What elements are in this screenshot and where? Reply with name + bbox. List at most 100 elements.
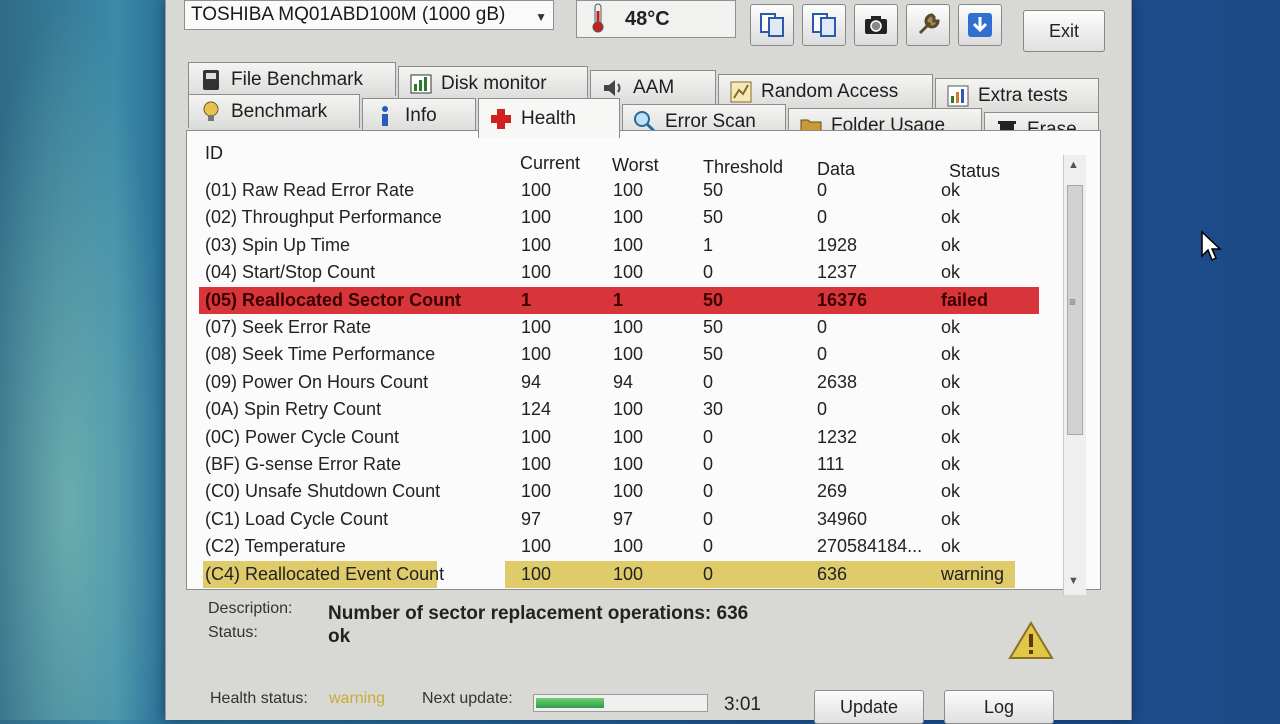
cell-id: (C0) Unsafe Shutdown Count <box>205 481 441 502</box>
cell-data: 270584184... <box>817 536 923 557</box>
cell-data: 0 <box>817 180 828 200</box>
cell-id: (08) Seek Time Performance <box>205 344 436 365</box>
cell-status: ok <box>941 262 961 283</box>
speaker-icon <box>604 79 621 96</box>
table-row[interactable]: (C2) Temperature 100 100 0 270584184... ok <box>199 533 1039 560</box>
column-header-worst[interactable]: Worst <box>612 155 659 176</box>
cell-threshold: 0 <box>703 563 714 584</box>
cell-current: 100 <box>521 207 552 228</box>
download-arrow-icon <box>968 13 992 37</box>
cell-current: 97 <box>521 508 542 529</box>
table-row[interactable]: (0A) Spin Retry Count 124 100 30 0 ok <box>199 396 1039 423</box>
drive-select-value: TOSHIBA MQ01ABD100M (1000 gB) <box>191 4 506 25</box>
cell-data: 1237 <box>817 262 858 283</box>
cell-worst: 100 <box>613 234 644 255</box>
cell-status: ok <box>941 344 961 365</box>
cell-worst: 100 <box>613 207 644 228</box>
options-button[interactable] <box>906 4 950 46</box>
cell-data: 1928 <box>817 234 858 255</box>
temperature-display: 48°C <box>576 0 736 38</box>
tab-file-benchmark[interactable]: File Benchmark <box>188 62 396 96</box>
cell-threshold: 30 <box>703 399 724 420</box>
cell-current: 100 <box>521 563 552 584</box>
drive-select[interactable]: TOSHIBA MQ01ABD100M (1000 gB) ▼ <box>184 0 554 30</box>
status-value: ok <box>328 626 351 647</box>
scroll-down-arrow-icon[interactable]: ▼ <box>1068 575 1079 587</box>
description-label: Description: <box>208 600 293 617</box>
chevron-down-icon[interactable]: ▼ <box>535 5 547 29</box>
table-row[interactable]: (04) Start/Stop Count 100 100 0 1237 ok <box>199 259 1039 286</box>
cell-id: (04) Start/Stop Count <box>205 262 376 283</box>
tab-extra-tests[interactable]: Extra tests <box>935 78 1099 112</box>
cell-threshold: 0 <box>703 426 714 447</box>
mouse-cursor-icon <box>1201 230 1222 262</box>
cell-current: 100 <box>521 426 552 447</box>
log-button[interactable]: Log <box>944 690 1054 724</box>
column-header-id[interactable]: ID <box>205 143 223 164</box>
cell-current: 100 <box>521 262 552 283</box>
table-row[interactable]: (0C) Power Cycle Count 100 100 0 1232 ok <box>199 424 1039 451</box>
table-row[interactable]: (BF) G-sense Error Rate 100 100 0 111 ok <box>199 451 1039 478</box>
table-row[interactable]: (03) Spin Up Time 100 100 1 1928 ok <box>199 232 1039 259</box>
table-scrollbar[interactable]: ▲ ≡ ▼ <box>1063 155 1086 595</box>
progress-fill <box>536 698 604 708</box>
cell-id: (0A) Spin Retry Count <box>205 399 382 420</box>
cell-id: (0C) Power Cycle Count <box>205 426 400 447</box>
cell-status: ok <box>941 481 961 502</box>
cell-threshold: 50 <box>703 207 724 228</box>
tab-info[interactable]: Info <box>362 98 476 132</box>
cell-id: (01) Raw Read Error Rate <box>205 180 415 200</box>
scroll-up-arrow-icon[interactable]: ▲ <box>1068 159 1079 171</box>
table-row[interactable]: (01) Raw Read Error Rate 100 100 50 0 ok <box>199 177 1039 204</box>
update-button[interactable]: Update <box>814 690 924 724</box>
column-header-threshold[interactable]: Threshold <box>703 157 783 178</box>
cell-id: (07) Seek Error Rate <box>205 317 372 337</box>
screenshot-button[interactable] <box>854 4 898 46</box>
cell-status: ok <box>941 371 961 392</box>
cell-data: 0 <box>817 399 828 420</box>
cell-worst: 100 <box>613 454 644 474</box>
table-row[interactable]: (C0) Unsafe Shutdown Count 100 100 0 269 ok <box>199 478 1039 505</box>
tab-benchmark[interactable]: Benchmark <box>188 94 360 128</box>
tab-disk-monitor[interactable]: Disk monitor <box>398 66 588 100</box>
table-row[interactable]: (08) Seek Time Performance 100 100 50 0 ok <box>199 341 1039 368</box>
table-row[interactable]: (C1) Load Cycle Count 97 97 0 34960 ok <box>199 506 1039 533</box>
cell-threshold: 50 <box>703 344 724 365</box>
health-panel: ID Current Worst Threshold Data Status (… <box>186 130 1101 595</box>
table-row[interactable]: (C4) Reallocated Event Count 100 100 0 636 wa… <box>199 560 1039 588</box>
tab-health[interactable]: Health <box>478 98 620 138</box>
hdtune-window: TOSHIBA MQ01ABD100M (1000 gB) ▼ 48°C Exi… <box>165 0 1132 724</box>
cell-threshold: 1 <box>703 234 714 255</box>
cell-status: ok <box>941 426 961 447</box>
status-label: Status: <box>208 624 258 641</box>
scrollbar-thumb[interactable] <box>1067 185 1083 435</box>
table-row[interactable]: (09) Power On Hours Count 94 94 0 2638 ok <box>199 369 1039 396</box>
cell-id: (09) Power On Hours Count <box>205 371 429 392</box>
copy-text-button[interactable] <box>750 4 794 46</box>
table-row[interactable]: (07) Seek Error Rate 100 100 50 0 ok <box>199 314 1039 341</box>
cell-id: (C4) Reallocated Event Count <box>205 563 445 584</box>
table-row[interactable]: (02) Throughput Performance 100 100 50 0 ok <box>199 204 1039 231</box>
cell-status: ok <box>941 234 961 255</box>
cell-worst: 100 <box>613 426 644 447</box>
table-row[interactable]: (05) Reallocated Sector Count 1 1 50 16376 fa… <box>199 286 1039 314</box>
scroll-grip-icon: ≡ <box>1069 295 1077 309</box>
cell-worst: 100 <box>613 317 644 337</box>
column-header-current[interactable]: Current <box>520 153 580 174</box>
cell-current: 100 <box>521 481 552 502</box>
cell-id: (05) Reallocated Sector Count <box>205 289 462 310</box>
cell-data: 0 <box>817 344 828 365</box>
cell-worst: 100 <box>613 481 644 502</box>
copy-icon <box>812 13 836 37</box>
cell-data: 1232 <box>817 426 858 447</box>
cell-current: 100 <box>521 344 552 365</box>
cell-current: 100 <box>521 536 552 557</box>
cell-status: ok <box>941 317 961 337</box>
exit-button[interactable]: Exit <box>1023 10 1105 52</box>
save-button[interactable] <box>958 4 1002 46</box>
copy-screenshot-button[interactable] <box>802 4 846 46</box>
cell-data: 2638 <box>817 371 858 392</box>
tab-random-access[interactable]: Random Access <box>718 74 933 108</box>
cell-threshold: 0 <box>703 262 714 283</box>
cell-data: 269 <box>817 481 848 502</box>
